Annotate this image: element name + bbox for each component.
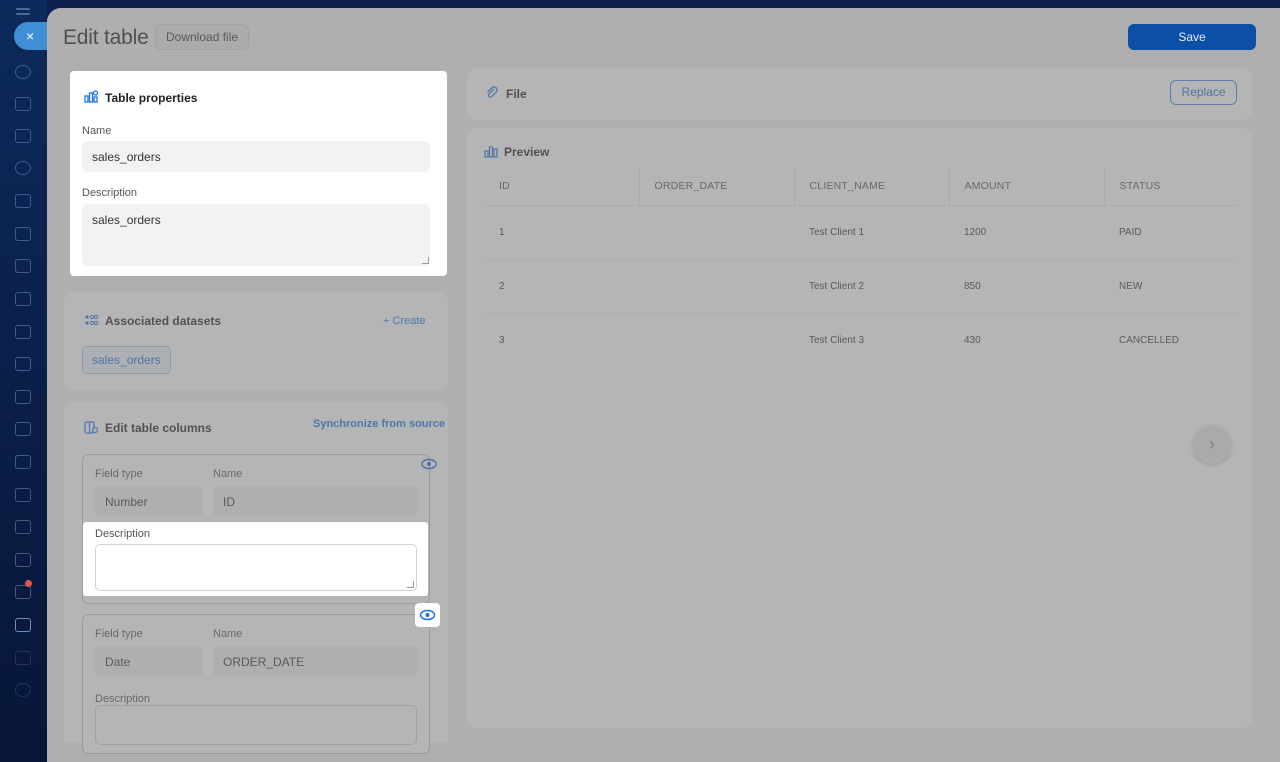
preview-card: Preview ID ORDER_DATE CLIENT_NAME AMOUNT… — [467, 128, 1252, 728]
replace-button[interactable]: Replace — [1170, 80, 1237, 105]
rail-crm-icon[interactable] — [15, 194, 31, 208]
description-label: Description — [82, 187, 138, 199]
paperclip-icon — [487, 86, 498, 98]
field-type-select[interactable]: Number — [95, 486, 203, 517]
column-description-highlight: Description — [83, 522, 428, 596]
column-name-input[interactable]: ORDER_DATE — [213, 646, 417, 677]
save-button[interactable]: Save — [1128, 24, 1256, 50]
menu-icon[interactable] — [16, 8, 30, 18]
edit-columns-title: Edit table columns — [105, 421, 212, 435]
field-type-label: Field type — [95, 628, 143, 640]
table-cell — [639, 205, 794, 260]
column-description-input[interactable] — [95, 705, 417, 745]
column-name-label: Name — [213, 468, 243, 480]
bar-chart-icon — [484, 146, 498, 158]
rail-settings-icon[interactable] — [15, 161, 31, 175]
table-cell: Test Client 1 — [794, 205, 949, 260]
file-card: File Replace — [467, 68, 1252, 120]
table-cell: 2 — [484, 259, 639, 314]
table-cell: Test Client 3 — [809, 334, 865, 346]
table-cell: 1200 — [949, 205, 1104, 260]
associated-datasets-card: Associated datasets + Create sales_order… — [64, 292, 448, 390]
table-cell: 3 — [499, 334, 505, 346]
table-cell — [639, 259, 794, 314]
rail-calendar-icon[interactable] — [15, 259, 31, 273]
rail-library-icon[interactable] — [15, 553, 31, 567]
associated-datasets-title: Associated datasets — [105, 314, 222, 328]
resize-grip-icon[interactable] — [407, 581, 414, 588]
table-cell: PAID — [1104, 205, 1238, 260]
column-header[interactable]: CLIENT_NAME — [794, 168, 950, 206]
preview-title: Preview — [504, 145, 550, 159]
rail-cart-icon[interactable] — [15, 422, 31, 436]
table-properties-icon — [84, 90, 98, 103]
create-dataset-link[interactable]: + Create — [383, 315, 426, 327]
column-name-label: Name — [213, 628, 243, 640]
table-properties-title: Table properties — [105, 91, 198, 105]
table-header-row: ID ORDER_DATE CLIENT_NAME AMOUNT STATUS — [484, 168, 1238, 206]
rail-home-icon[interactable] — [15, 65, 31, 79]
edit-table-window: Edit table Download file Save Table prop… — [47, 8, 1280, 762]
column-header[interactable]: ID — [484, 168, 640, 206]
column-name-input[interactable]: ID — [213, 486, 417, 517]
table-properties-card: Table properties Name sales_orders Descr… — [70, 71, 447, 276]
chevron-right-icon: › — [1209, 434, 1215, 454]
table-cell: 850 — [949, 259, 1104, 314]
table-cell — [639, 313, 794, 367]
rail-analytics-icon[interactable] — [15, 618, 31, 632]
name-label: Name — [82, 125, 112, 137]
rail-filter-icon[interactable] — [15, 390, 31, 404]
table-cell: NEW — [1104, 259, 1238, 314]
rail-board-icon[interactable] — [15, 292, 31, 306]
notification-dot — [25, 580, 32, 587]
column-header[interactable]: STATUS — [1104, 168, 1238, 206]
rail-apps-icon[interactable] — [15, 585, 31, 599]
dataset-chip[interactable]: sales_orders — [82, 346, 171, 374]
columns-icon — [84, 421, 98, 434]
datasets-icon — [85, 314, 98, 326]
rail-team-icon[interactable] — [15, 520, 31, 534]
table-cell: Test Client 2 — [794, 259, 949, 314]
column-description-label: Description — [95, 693, 151, 705]
rail-store-icon[interactable] — [15, 455, 31, 469]
file-title: File — [506, 87, 527, 101]
rail-file-icon[interactable] — [15, 325, 31, 339]
eye-icon[interactable] — [417, 452, 441, 476]
synchronize-link[interactable]: Synchronize from source — [313, 418, 445, 430]
rail-monitor-icon[interactable] — [15, 488, 31, 502]
rail-tasks-icon[interactable] — [15, 129, 31, 143]
rail-export-icon[interactable] — [15, 651, 31, 665]
download-file-button[interactable]: Download file — [155, 24, 250, 50]
column-header[interactable]: AMOUNT — [949, 168, 1105, 206]
table-row: 2 Test Client 2 850 NEW — [484, 259, 1238, 314]
column-description-label: Description — [95, 528, 151, 540]
rail-more-icon[interactable] — [15, 683, 31, 697]
table-cell: 430 — [964, 334, 981, 346]
table-row: 1 Test Client 1 1200 PAID — [484, 205, 1238, 260]
rail-docs-icon[interactable] — [15, 227, 31, 241]
table-description-input[interactable]: sales_orders — [82, 204, 430, 266]
field-type-label: Field type — [95, 468, 143, 480]
eye-button-highlight[interactable] — [415, 603, 440, 627]
next-page-button[interactable]: › — [1193, 426, 1231, 464]
table-cell: 1 — [484, 205, 639, 260]
app-rail — [0, 0, 47, 762]
table-row: 3 Test Client 3 430 CANCELLED — [484, 313, 1238, 367]
close-icon: × — [26, 28, 35, 44]
column-description-input[interactable] — [95, 544, 417, 591]
rail-inbox-icon[interactable] — [15, 357, 31, 371]
table-cell: CANCELLED — [1119, 334, 1180, 346]
table-name-input[interactable]: sales_orders — [82, 141, 430, 172]
field-type-select[interactable]: Date — [95, 646, 203, 677]
eye-icon[interactable] — [415, 603, 440, 627]
column-item: Field type Name Date ORDER_DATE Descript… — [82, 614, 430, 754]
page-title: Edit table — [63, 26, 149, 49]
rail-chat-icon[interactable] — [15, 97, 31, 111]
preview-table: ID ORDER_DATE CLIENT_NAME AMOUNT STATUS … — [484, 168, 1238, 367]
resize-grip-icon[interactable] — [422, 257, 429, 264]
column-header[interactable]: ORDER_DATE — [639, 168, 795, 206]
